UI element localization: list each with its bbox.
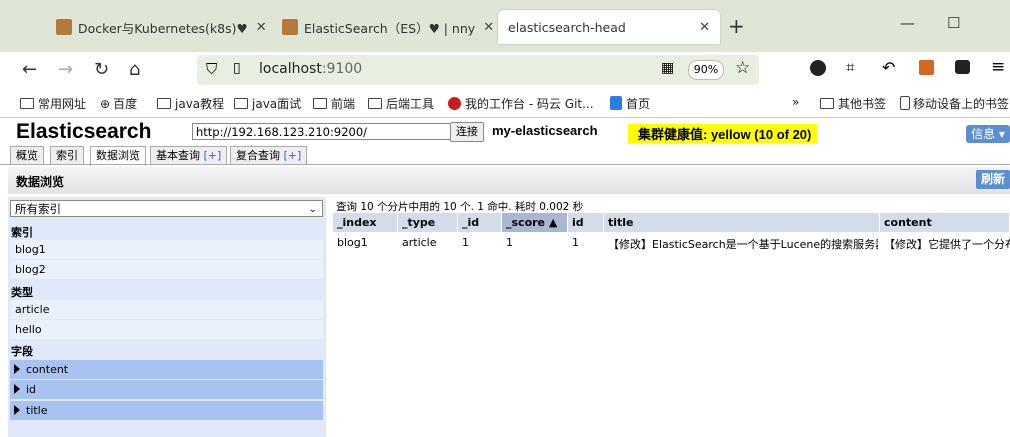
table-cell[interactable]: 【修改】它提供了一个分布 xyxy=(884,236,1010,252)
close-icon[interactable]: ✕ xyxy=(699,20,710,35)
field-item[interactable]: title xyxy=(10,401,323,420)
connect-button[interactable]: 连接 xyxy=(450,122,484,142)
index-item[interactable]: blog1 xyxy=(10,240,323,259)
info-button[interactable]: 信息 ▾ xyxy=(966,125,1010,143)
bookmark-star-icon[interactable]: ☆ xyxy=(735,58,750,78)
url-port: :9100 xyxy=(321,61,363,77)
index-item[interactable]: blog2 xyxy=(10,260,323,279)
folder-icon xyxy=(820,98,834,109)
bookmark-folder[interactable]: java教程 xyxy=(157,95,224,112)
bookmark-folder[interactable]: 后端工具 xyxy=(368,95,434,112)
expand-triangle-icon xyxy=(14,384,20,394)
table-cell[interactable]: article xyxy=(402,236,458,249)
column-header-score[interactable]: _score ▲ xyxy=(502,213,568,232)
table-cell[interactable]: blog1 xyxy=(337,236,398,249)
folder-icon xyxy=(368,98,382,109)
shield-icon[interactable]: ⛉ xyxy=(206,60,217,78)
bookmark-folder[interactable]: java面试 xyxy=(234,95,301,112)
home-icon[interactable]: ⌂ xyxy=(129,59,140,80)
browser-tab-title: ElasticSearch（ES）♥ | nny xyxy=(304,20,476,36)
browser-tab[interactable]: Docker与Kubernetes(k8s)♥ ✕ xyxy=(56,12,267,42)
bookmark-folder[interactable]: 常用网址 xyxy=(20,95,86,112)
bilibili-icon xyxy=(610,96,622,110)
qr-code-icon[interactable]: ▦ xyxy=(661,60,674,76)
bookmark-folder[interactable]: 移动设备上的书签 xyxy=(900,95,1010,112)
table-cell[interactable]: 1 xyxy=(462,236,502,249)
host-input[interactable] xyxy=(192,123,455,140)
field-item[interactable]: id xyxy=(10,380,323,399)
globe-icon: ⊕ xyxy=(100,97,111,111)
menu-icon[interactable]: ≡ xyxy=(991,57,1005,77)
favicon-icon xyxy=(282,19,298,35)
bookmark-link[interactable]: 我的工作台 - 码云 Git... xyxy=(448,95,594,112)
zoom-badge[interactable]: 90% xyxy=(688,60,724,80)
crop-icon[interactable]: ⌗ xyxy=(846,58,854,76)
column-header-title[interactable]: title xyxy=(604,213,880,232)
cluster-name: my-elasticsearch xyxy=(492,123,598,138)
table-cell[interactable]: 【修改】ElasticSearch是一个基于Lucene的搜索服务器 xyxy=(608,236,878,252)
expand-triangle-icon xyxy=(14,364,20,374)
column-header-type[interactable]: _type xyxy=(398,213,458,232)
section-title: 数据浏览 xyxy=(16,175,65,189)
cluster-health-badge: 集群健康值: yellow (10 of 20) xyxy=(628,124,818,143)
mobile-icon xyxy=(900,96,910,110)
back-icon[interactable]: ← xyxy=(22,59,37,80)
bookmark-folder[interactable]: 其他书签 xyxy=(820,95,886,112)
folder-icon xyxy=(313,98,327,109)
minimize-icon[interactable]: — xyxy=(900,14,915,32)
forward-icon[interactable]: → xyxy=(58,59,73,80)
chevron-down-icon: ⌄ xyxy=(308,204,317,215)
type-item[interactable]: article xyxy=(10,300,323,319)
folder-icon xyxy=(234,98,248,109)
bookmarks-overflow-icon[interactable]: » xyxy=(792,95,799,109)
favicon-icon xyxy=(56,19,72,35)
url-host: localhost xyxy=(259,61,322,77)
reload-icon[interactable]: ↻ xyxy=(94,59,109,80)
browser-tab-title: elasticsearch-head xyxy=(508,19,626,35)
indices-header: 索引 xyxy=(11,226,33,239)
extension-icon[interactable] xyxy=(810,60,826,76)
browser-tab-active[interactable]: elasticsearch-head ✕ xyxy=(498,10,720,44)
table-cell[interactable]: 1 xyxy=(506,236,568,249)
bookmark-folder[interactable]: 前端 xyxy=(313,95,355,112)
column-header-id[interactable]: _id xyxy=(458,213,502,232)
tab-divider xyxy=(0,164,1010,165)
tab-browser[interactable]: 数据浏览 xyxy=(90,146,146,166)
column-header-field-id[interactable]: id xyxy=(568,213,604,232)
bookmark-link[interactable]: 首页 xyxy=(610,95,650,112)
browser-tab[interactable]: ElasticSearch（ES）♥ | nny ✕ xyxy=(282,12,494,42)
type-item[interactable]: hello xyxy=(10,320,323,339)
page-icon: ▯ xyxy=(233,60,241,76)
tab-indices[interactable]: 索引 xyxy=(50,146,84,165)
types-header: 类型 xyxy=(11,286,33,299)
bookmark-link[interactable]: ⊕ 百度 xyxy=(100,95,137,112)
fields-header: 字段 xyxy=(11,345,33,358)
tab-compound-query[interactable]: 复合查询 [+] xyxy=(230,146,308,165)
maximize-icon[interactable]: ☐ xyxy=(947,14,960,32)
folder-icon xyxy=(157,98,171,109)
url-text[interactable]: localhost:9100 xyxy=(259,61,362,77)
close-icon[interactable]: ✕ xyxy=(256,20,267,35)
column-header-index[interactable]: _index xyxy=(333,213,398,232)
browser-tab-title: Docker与Kubernetes(k8s)♥ xyxy=(78,20,248,36)
column-header-content[interactable]: content xyxy=(880,213,1010,232)
section-bar xyxy=(8,167,1010,194)
new-tab-icon[interactable]: + xyxy=(728,14,745,38)
tab-basic-query[interactable]: 基本查询 [+] xyxy=(150,146,228,165)
folder-icon xyxy=(20,98,34,109)
expand-triangle-icon xyxy=(14,405,20,415)
refresh-button[interactable]: 刷新 xyxy=(976,170,1010,189)
extension-icon[interactable] xyxy=(919,60,934,75)
close-icon[interactable]: ✕ xyxy=(483,20,494,35)
tab-overview[interactable]: 概览 xyxy=(10,146,44,165)
undo-icon[interactable]: ↶ xyxy=(882,58,895,77)
gitee-icon xyxy=(448,97,461,110)
extension-icon[interactable] xyxy=(955,60,970,74)
table-cell[interactable]: 1 xyxy=(572,236,604,249)
query-summary: 查询 10 个分片中用的 10 个. 1 命中. 耗时 0.002 秒 xyxy=(336,201,584,213)
index-select[interactable]: 所有索引 ⌄ xyxy=(10,200,323,217)
field-item[interactable]: content xyxy=(10,360,323,379)
app-title: Elasticsearch xyxy=(16,120,152,143)
